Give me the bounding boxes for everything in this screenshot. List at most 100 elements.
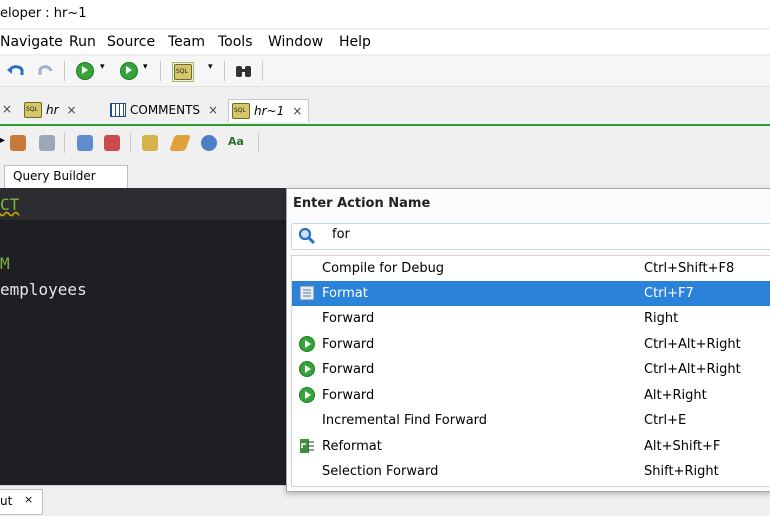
action-shortcut: Ctrl+Alt+Right: [644, 337, 741, 352]
green-forward-icon: [299, 361, 315, 377]
toolbar-separator: [224, 61, 225, 81]
worksheet-subtabs: Query Builder: [0, 162, 770, 188]
tab-hr-1[interactable]: hr~1 ×: [228, 99, 310, 122]
sql-worksheet-icon[interactable]: [172, 62, 194, 82]
back-dropdown-icon[interactable]: ▾: [100, 62, 105, 72]
action-search-box[interactable]: [291, 223, 770, 250]
uppercase-icon[interactable]: Aa: [228, 135, 244, 148]
toolbar-separator: [130, 133, 131, 153]
menu-bar: Navigate Run Source Team Tools Window He…: [0, 30, 770, 54]
action-shortcut: Alt+Right: [644, 388, 707, 403]
action-name: Forward: [322, 311, 375, 326]
action-shortcut: Alt+Shift+F: [644, 439, 721, 454]
search-input[interactable]: [332, 227, 732, 242]
main-toolbar: ▾ ▾ ▾: [0, 56, 770, 87]
action-shortcut: Shift+Right: [644, 464, 719, 479]
editor-line-2: M: [0, 254, 10, 273]
list-item[interactable]: Forward Alt+Right: [292, 383, 770, 408]
tab-label: hr: [46, 103, 59, 117]
sql-icon: [24, 102, 42, 118]
reformat-icon: [300, 439, 314, 453]
action-name: Forward: [322, 337, 375, 352]
popup-title: Enter Action Name: [293, 196, 431, 211]
close-icon[interactable]: ×: [208, 103, 218, 117]
menu-navigate[interactable]: Navigate: [0, 34, 63, 50]
tab-query-builder[interactable]: Query Builder: [4, 165, 128, 188]
history-icon[interactable]: [201, 135, 217, 151]
tab-close-icon[interactable]: ×: [2, 102, 12, 116]
action-name: Reformat: [322, 439, 382, 454]
editor-line-1: CT: [0, 195, 20, 214]
binoculars-icon[interactable]: [234, 62, 254, 80]
action-search-popup: Enter Action Name Compile for Debug Ctrl…: [286, 188, 770, 492]
current-line-highlight: [0, 188, 300, 220]
menu-source[interactable]: Source: [107, 34, 155, 50]
action-shortcut: Right: [644, 311, 679, 326]
run-script-icon[interactable]: [10, 135, 26, 151]
green-forward-icon: [299, 387, 315, 403]
action-name: Format: [322, 286, 368, 301]
menu-run[interactable]: Run: [69, 34, 96, 50]
action-name: Forward: [322, 362, 375, 377]
menu-tools[interactable]: Tools: [218, 34, 253, 50]
eraser-icon[interactable]: [169, 135, 191, 151]
list-item[interactable]: Forward Ctrl+Alt+Right: [292, 332, 770, 357]
tab-output[interactable]: ut ×: [0, 489, 43, 515]
sql-editor[interactable]: CT M employees: [0, 188, 300, 485]
commit-icon[interactable]: [77, 135, 93, 151]
list-item[interactable]: Forward Right: [292, 306, 770, 331]
action-name: Compile for Debug: [322, 261, 445, 276]
toolbar-separator: [258, 133, 259, 153]
sql-worksheet-dropdown-icon[interactable]: ▾: [208, 62, 213, 72]
menu-window[interactable]: Window: [268, 34, 323, 50]
forward-icon[interactable]: [120, 62, 138, 80]
toolbar-separator: [262, 61, 263, 81]
action-shortcut: Ctrl+E: [644, 413, 687, 428]
toolbar-separator: [64, 133, 65, 153]
rollback-icon[interactable]: [104, 135, 120, 151]
explain-icon[interactable]: [39, 135, 55, 151]
list-item[interactable]: Incremental Find Forward Ctrl+E: [292, 408, 770, 433]
green-forward-icon: [299, 336, 315, 352]
tuning-icon[interactable]: [142, 135, 158, 151]
close-icon[interactable]: ×: [67, 103, 77, 117]
window-title-bar: eloper : hr~1: [0, 0, 770, 28]
redo-icon[interactable]: [36, 62, 56, 80]
editor-tab-bar: × hr × COMMENTS × hr~1 ×: [0, 96, 770, 126]
action-shortcut: Ctrl+F7: [644, 286, 694, 301]
action-name: Incremental Find Forward: [322, 413, 488, 428]
menu-help[interactable]: Help: [339, 34, 371, 50]
format-icon: [299, 285, 315, 301]
close-icon[interactable]: ×: [24, 493, 33, 506]
sql-icon: [232, 103, 250, 119]
toolbar-separator: [64, 61, 65, 81]
list-item[interactable]: Compile for Debug Ctrl+Shift+F8: [292, 256, 770, 281]
list-item-selected[interactable]: Format Ctrl+F7: [292, 281, 770, 306]
tab-comments[interactable]: COMMENTS ×: [110, 99, 218, 121]
close-icon[interactable]: ×: [292, 104, 302, 118]
menu-team[interactable]: Team: [168, 34, 205, 50]
action-name: Forward: [322, 388, 375, 403]
action-shortcut: Ctrl+Shift+F8: [644, 261, 735, 276]
search-icon: [298, 227, 316, 245]
tab-hr[interactable]: hr ×: [24, 99, 77, 121]
action-shortcut: Ctrl+Alt+Right: [644, 362, 741, 377]
list-item[interactable]: Reformat Alt+Shift+F: [292, 434, 770, 459]
tab-label: ut: [0, 494, 13, 508]
toolbar-separator: [160, 61, 161, 81]
tab-label: Query Builder: [13, 169, 96, 183]
action-list: Compile for Debug Ctrl+Shift+F8 Format C…: [291, 255, 770, 487]
editor-line-3: employees: [0, 280, 87, 299]
tab-label: COMMENTS: [130, 103, 201, 117]
overflow-icon[interactable]: ▸: [0, 135, 5, 146]
list-item[interactable]: Forward Ctrl+Alt+Right: [292, 357, 770, 382]
undo-icon[interactable]: [6, 62, 26, 80]
forward-dropdown-icon[interactable]: ▾: [143, 62, 148, 72]
list-item[interactable]: Selection Forward Shift+Right: [292, 459, 770, 484]
window-title: eloper : hr~1: [0, 6, 87, 21]
worksheet-toolbar: ▸ Aa: [0, 128, 770, 158]
table-icon: [110, 103, 126, 117]
action-name: Selection Forward: [322, 464, 439, 479]
tab-label: hr~1: [254, 104, 285, 118]
back-icon[interactable]: [76, 62, 94, 80]
